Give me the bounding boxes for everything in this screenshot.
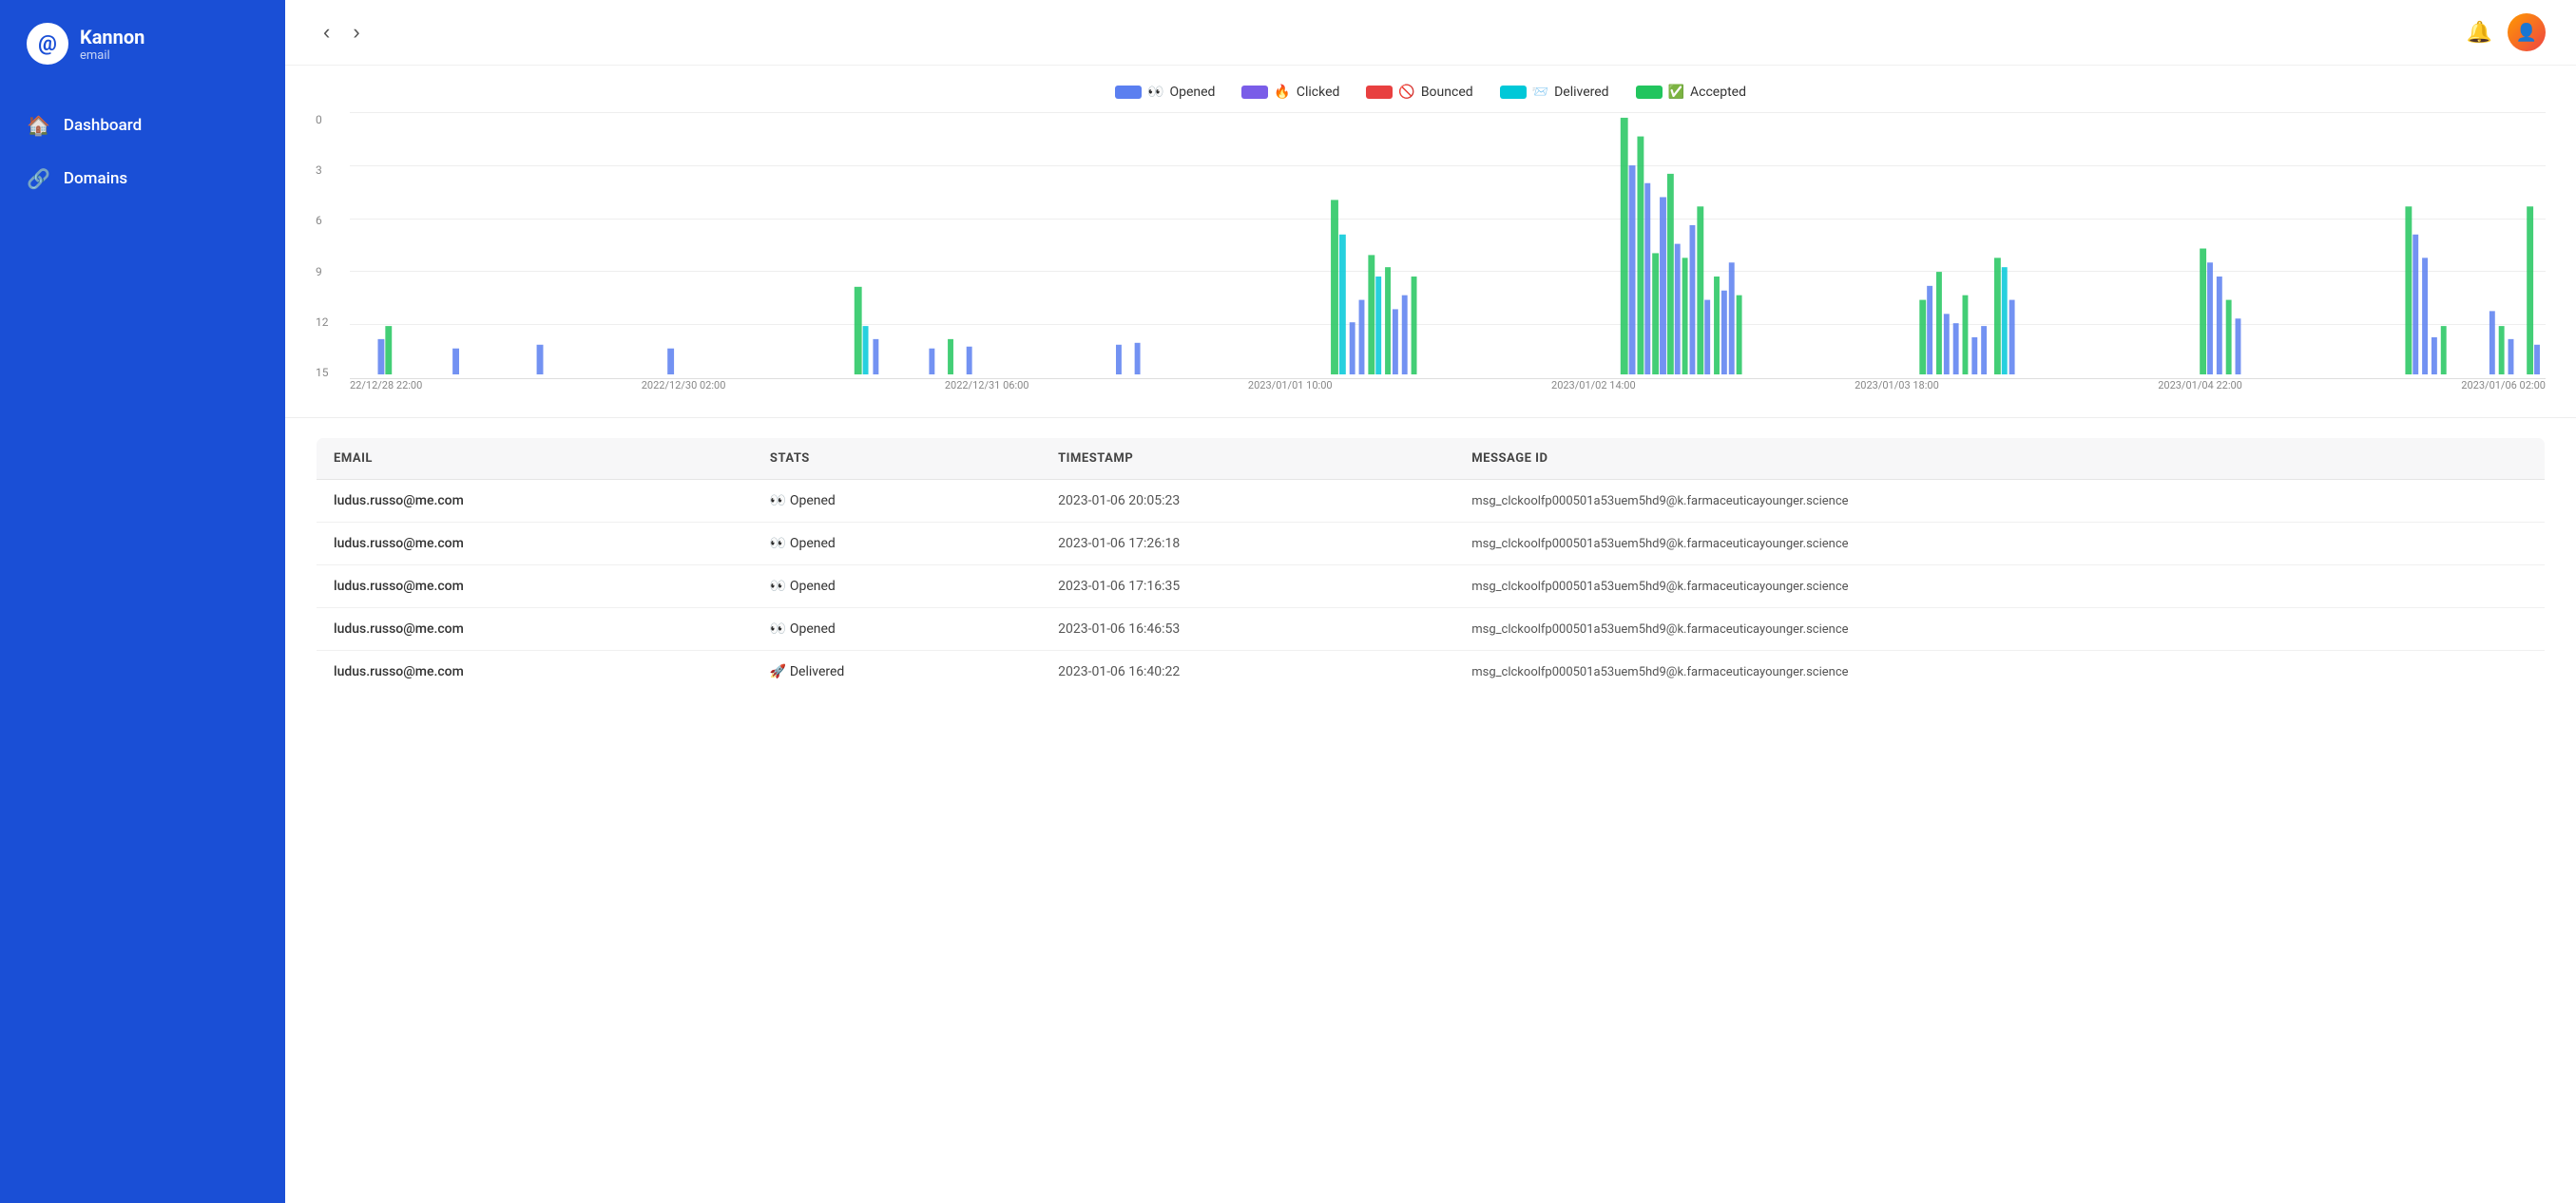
legend-bounced-label: Bounced — [1421, 85, 1473, 100]
cell-msgid-3: msg_clckoolfp000501a53uem5hd9@k.farmaceu… — [1454, 608, 2545, 651]
brand-icon: @ — [27, 23, 68, 65]
legend-delivered-label: Delivered — [1554, 85, 1608, 100]
cell-email-4: ludus.russo@me.com — [317, 651, 753, 694]
legend-delivered-emoji: 📨 — [1532, 85, 1548, 100]
legend-delivered-dot — [1500, 86, 1527, 99]
cell-timestamp-2: 2023-01-06 17:16:35 — [1041, 565, 1454, 608]
table-row[interactable]: ludus.russo@me.com 👀 Opened 2023-01-06 1… — [317, 608, 2546, 651]
table-header-row: EMAIL STATS TIMESTAMP MESSAGE ID — [317, 438, 2546, 480]
cell-stats-0: 👀 Opened — [753, 480, 1041, 523]
home-icon: 🏠 — [27, 114, 50, 137]
cell-stats-4: 🚀 Delivered — [753, 651, 1041, 694]
sidebar-item-dashboard[interactable]: 🏠 Dashboard — [0, 99, 285, 152]
chart-wrap: 15 12 9 6 3 0 — [316, 113, 2546, 408]
col-stats: STATS — [753, 438, 1041, 480]
col-message-id: MESSAGE ID — [1454, 438, 2545, 480]
legend-bounced: 🚫 Bounced — [1366, 85, 1472, 100]
cell-email-2: ludus.russo@me.com — [317, 565, 753, 608]
cell-email-1: ludus.russo@me.com — [317, 523, 753, 565]
topbar: ‹ › 🔔 👤 — [285, 0, 2576, 66]
sidebar-nav: 🏠 Dashboard 🔗 Domains — [0, 87, 285, 217]
chart-svg — [350, 113, 2546, 374]
topbar-left: ‹ › — [316, 16, 368, 48]
legend-accepted-label: Accepted — [1690, 85, 1746, 100]
cell-email-3: ludus.russo@me.com — [317, 608, 753, 651]
bell-icon[interactable]: 🔔 — [2467, 21, 2492, 45]
sidebar-item-domains[interactable]: 🔗 Domains — [0, 152, 285, 205]
sidebar-item-dashboard-label: Dashboard — [64, 116, 142, 135]
legend-opened-label: Opened — [1169, 85, 1215, 100]
brand-text: Kannon email — [80, 26, 144, 63]
cell-timestamp-1: 2023-01-06 17:26:18 — [1041, 523, 1454, 565]
legend-clicked-label: Clicked — [1297, 85, 1340, 100]
cell-timestamp-0: 2023-01-06 20:05:23 — [1041, 480, 1454, 523]
table-row[interactable]: ludus.russo@me.com 👀 Opened 2023-01-06 1… — [317, 523, 2546, 565]
cell-timestamp-3: 2023-01-06 16:46:53 — [1041, 608, 1454, 651]
legend-bounced-dot — [1366, 86, 1393, 99]
cell-stats-1: 👀 Opened — [753, 523, 1041, 565]
legend-opened: 👀 Opened — [1115, 85, 1215, 100]
cell-email-0: ludus.russo@me.com — [317, 480, 753, 523]
legend-clicked-dot — [1241, 86, 1268, 99]
main-content: ‹ › 🔔 👤 👀 Opened 🔥 Clicked 🚫 Bou — [285, 0, 2576, 1203]
col-email: EMAIL — [317, 438, 753, 480]
cell-msgid-2: msg_clckoolfp000501a53uem5hd9@k.farmaceu… — [1454, 565, 2545, 608]
table-row[interactable]: ludus.russo@me.com 👀 Opened 2023-01-06 2… — [317, 480, 2546, 523]
cell-timestamp-4: 2023-01-06 16:40:22 — [1041, 651, 1454, 694]
table-row[interactable]: ludus.russo@me.com 👀 Opened 2023-01-06 1… — [317, 565, 2546, 608]
sidebar-item-domains-label: Domains — [64, 169, 127, 188]
sidebar: @ Kannon email 🏠 Dashboard 🔗 Domains — [0, 0, 285, 1203]
cell-msgid-0: msg_clckoolfp000501a53uem5hd9@k.farmaceu… — [1454, 480, 2545, 523]
chart-legend: 👀 Opened 🔥 Clicked 🚫 Bounced 📨 Delivered — [316, 85, 2546, 100]
brand: @ Kannon email — [0, 0, 285, 87]
share-icon: 🔗 — [27, 167, 50, 190]
legend-accepted-emoji: ✅ — [1668, 85, 1684, 100]
cell-msgid-4: msg_clckoolfp000501a53uem5hd9@k.farmaceu… — [1454, 651, 2545, 694]
cell-msgid-1: msg_clckoolfp000501a53uem5hd9@k.farmaceu… — [1454, 523, 2545, 565]
brand-sub: email — [80, 48, 144, 63]
legend-clicked: 🔥 Clicked — [1241, 85, 1339, 100]
cell-stats-3: 👀 Opened — [753, 608, 1041, 651]
table-row[interactable]: ludus.russo@me.com 🚀 Delivered 2023-01-0… — [317, 651, 2546, 694]
back-button[interactable]: ‹ — [316, 16, 337, 48]
email-table: EMAIL STATS TIMESTAMP MESSAGE ID ludus.r… — [316, 437, 2546, 694]
legend-accepted-dot — [1636, 86, 1663, 99]
brand-name: Kannon — [80, 26, 144, 48]
legend-opened-dot — [1115, 86, 1142, 99]
legend-delivered: 📨 Delivered — [1500, 85, 1609, 100]
topbar-right: 🔔 👤 — [2467, 13, 2546, 51]
cell-stats-2: 👀 Opened — [753, 565, 1041, 608]
legend-bounced-emoji: 🚫 — [1398, 85, 1414, 100]
forward-button[interactable]: › — [345, 16, 367, 48]
chart-container: 👀 Opened 🔥 Clicked 🚫 Bounced 📨 Delivered — [285, 66, 2576, 418]
legend-accepted: ✅ Accepted — [1636, 85, 1746, 100]
chart-x-labels: 22/12/28 22:00 2022/12/30 02:00 2022/12/… — [350, 379, 2546, 408]
table-container: EMAIL STATS TIMESTAMP MESSAGE ID ludus.r… — [285, 418, 2576, 1203]
legend-opened-emoji: 👀 — [1147, 85, 1163, 100]
legend-clicked-emoji: 🔥 — [1274, 85, 1290, 100]
chart-y-labels: 15 12 9 6 3 0 — [316, 113, 342, 379]
chart-area — [350, 113, 2546, 379]
col-timestamp: TIMESTAMP — [1041, 438, 1454, 480]
avatar: 👤 — [2508, 13, 2546, 51]
